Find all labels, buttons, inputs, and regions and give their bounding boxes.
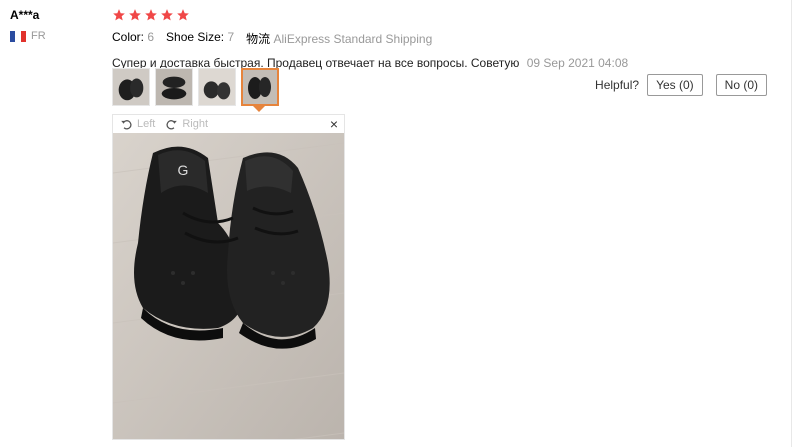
review-body: Color: 6 Shoe Size: 7 物流 AliExpress Stan… bbox=[112, 8, 780, 70]
photo-viewer: Left Right × G bbox=[112, 114, 345, 440]
attribute-value: 6 bbox=[147, 30, 155, 44]
photo-thumbnail-selected[interactable] bbox=[241, 68, 279, 112]
selected-caret-icon bbox=[253, 106, 265, 112]
rotate-left-icon bbox=[121, 119, 132, 129]
attribute-label: Color: bbox=[112, 30, 145, 44]
helpful-label: Helpful? bbox=[595, 78, 640, 92]
rotate-right-label: Right bbox=[182, 118, 209, 130]
viewer-toolbar: Left Right × bbox=[113, 115, 344, 133]
helpful-no-button[interactable]: No (0) bbox=[715, 74, 767, 96]
helpful-section: Helpful? Yes (0) No (0) bbox=[595, 74, 767, 96]
product-attributes: Color: 6 Shoe Size: 7 物流 AliExpress Stan… bbox=[112, 30, 780, 47]
attribute-value: 7 bbox=[227, 30, 235, 44]
rotate-right-button[interactable]: Right bbox=[165, 118, 208, 131]
country-code: FR bbox=[31, 30, 46, 42]
rotate-right-icon bbox=[166, 119, 178, 129]
close-icon[interactable]: × bbox=[330, 116, 338, 132]
reviewer-name: A***a bbox=[10, 8, 40, 22]
star-icon bbox=[161, 9, 173, 21]
star-icon bbox=[113, 9, 125, 21]
helpful-yes-button[interactable]: Yes (0) bbox=[647, 74, 703, 96]
review-date: 09 Sep 2021 04:08 bbox=[526, 56, 629, 70]
star-icon bbox=[129, 9, 141, 21]
reviewer-info: A***a FR bbox=[10, 8, 46, 42]
photo-thumbnail[interactable] bbox=[112, 68, 150, 106]
rotate-left-button[interactable]: Left bbox=[120, 118, 155, 131]
svg-text:G: G bbox=[178, 162, 189, 178]
panel-border bbox=[791, 0, 792, 447]
reviewer-country: FR bbox=[10, 30, 46, 42]
rotate-left-label: Left bbox=[137, 118, 156, 130]
photo-thumbnail[interactable] bbox=[198, 68, 236, 106]
attribute-shoe-size: Shoe Size: 7 bbox=[166, 30, 234, 47]
attribute-shipping: 物流 AliExpress Standard Shipping bbox=[246, 30, 432, 47]
star-icon bbox=[177, 9, 189, 21]
attribute-value: AliExpress Standard Shipping bbox=[273, 32, 433, 46]
photo-thumbnail[interactable] bbox=[155, 68, 193, 106]
france-flag-icon bbox=[10, 30, 26, 42]
attribute-label: Shoe Size: bbox=[166, 30, 225, 44]
attribute-label: 物流 bbox=[246, 32, 271, 46]
review-photo: G bbox=[113, 133, 344, 439]
photo-thumbnails bbox=[112, 68, 279, 112]
star-icon bbox=[145, 9, 157, 21]
attribute-color: Color: 6 bbox=[112, 30, 154, 47]
star-rating bbox=[112, 8, 780, 22]
